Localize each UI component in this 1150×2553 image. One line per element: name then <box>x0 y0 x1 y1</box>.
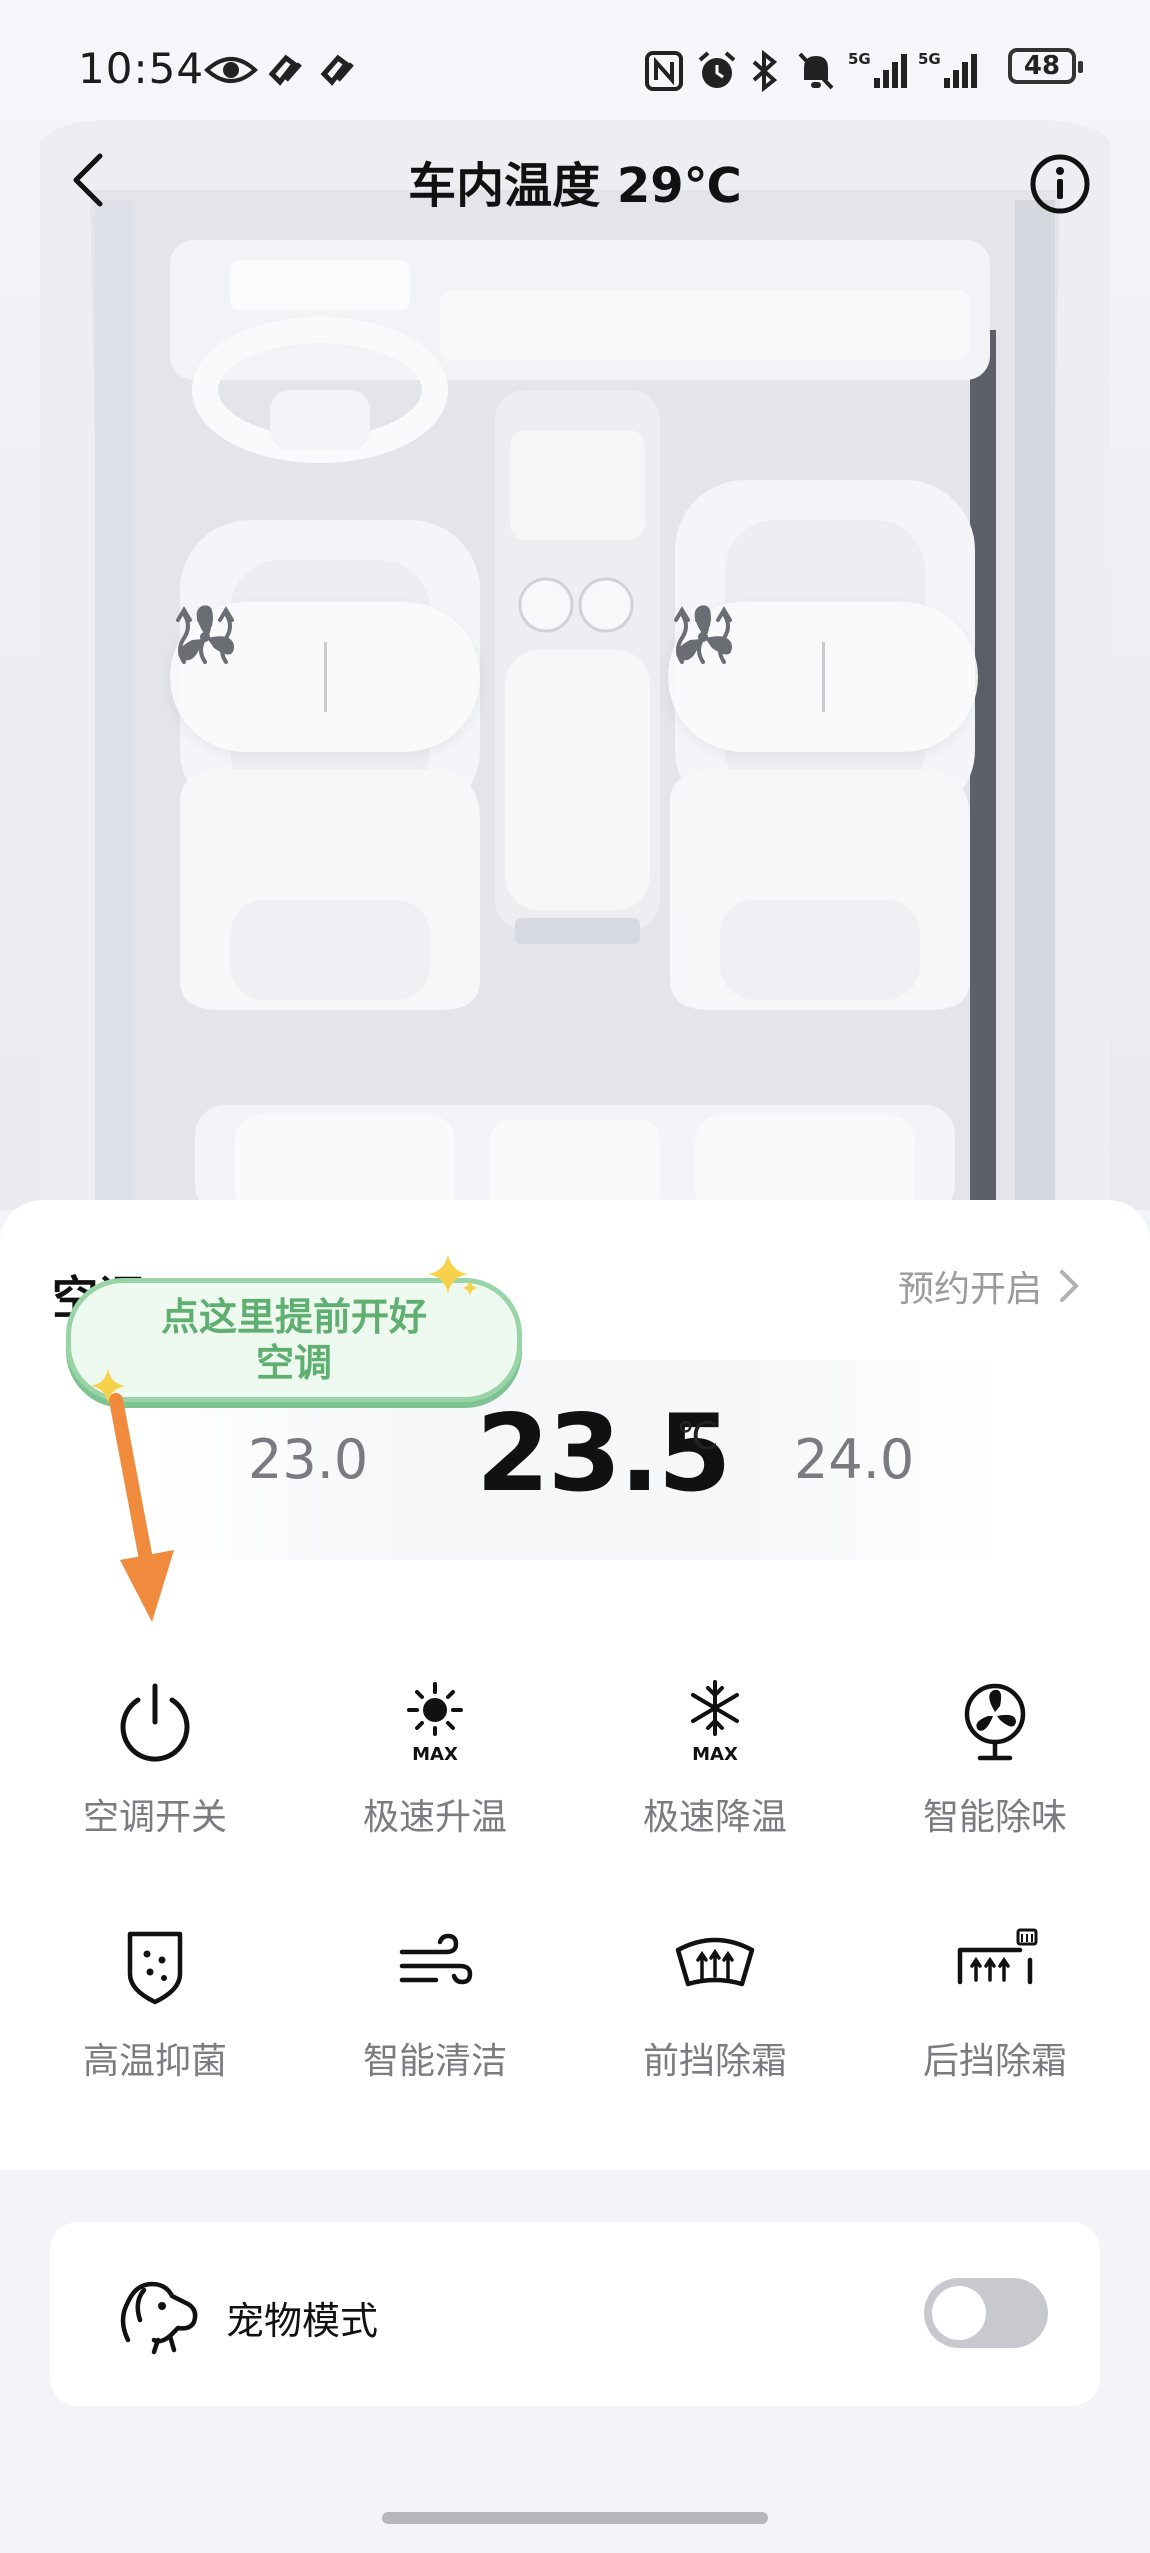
ac-power-button[interactable]: 空调开关 <box>35 1676 275 1876</box>
dog-icon <box>120 2281 198 2355</box>
left-seat-controls <box>170 602 480 752</box>
snowflake-max-icon: MAX <box>691 1680 739 1765</box>
control-label: 前挡除霜 <box>642 2041 787 2082</box>
front-defrost-button[interactable]: 前挡除霜 <box>595 1920 835 2120</box>
control-label: 智能清洁 <box>362 2041 507 2082</box>
pet-mode-card: 宠物模式 <box>50 2222 1100 2406</box>
hint-line-2: 空调 <box>255 1341 332 1385</box>
temp-option-lower[interactable]: 23.0 <box>248 1428 368 1491</box>
control-label: 极速升温 <box>362 1797 507 1838</box>
sparkle-icon <box>428 1254 478 1296</box>
page-title: 车内温度 29℃ <box>408 158 742 214</box>
pill-divider <box>323 642 327 712</box>
control-label: 高温抑菌 <box>82 2041 227 2082</box>
fan-icon <box>178 605 234 661</box>
right-seat-controls <box>668 602 978 752</box>
arrow-pointer-icon <box>109 1393 174 1622</box>
schedule-link[interactable]: 预约开启 <box>898 1260 1080 1312</box>
control-label: 智能除味 <box>922 1797 1067 1838</box>
control-label: 极速降温 <box>642 1797 787 1838</box>
mute-bell-icon <box>798 52 834 90</box>
rear-defrost-button[interactable]: 后挡除霜 <box>875 1920 1115 2120</box>
smart-deodorize-button[interactable]: 智能除味 <box>875 1676 1115 1876</box>
sterilize-button[interactable]: 高温抑菌 <box>35 1920 275 2120</box>
svg-text:5G: 5G <box>918 50 941 68</box>
rear-defrost-icon <box>957 1928 1038 1985</box>
info-button[interactable] <box>1028 152 1092 216</box>
status-bar: 10:54 5G 5G 48 <box>0 0 1150 140</box>
nfc-icon <box>645 51 683 91</box>
home-indicator[interactable] <box>382 2512 768 2524</box>
schedule-label: 预约开启 <box>897 1269 1042 1310</box>
status-time: 10:54 <box>78 44 205 93</box>
wind-icon <box>399 1933 473 1985</box>
app-notification-icon <box>268 54 302 86</box>
fan-icon <box>676 605 732 661</box>
signal-5g-icon: 5G <box>848 50 907 88</box>
chevron-right-icon <box>1060 1270 1079 1302</box>
svg-text:MAX: MAX <box>412 1744 458 1765</box>
bluetooth-icon <box>752 50 778 92</box>
sun-max-icon: MAX <box>407 1682 463 1765</box>
pet-mode-toggle[interactable] <box>924 2278 1048 2348</box>
eye-icon <box>204 57 258 83</box>
power-icon <box>120 1683 190 1762</box>
control-label: 空调开关 <box>82 1797 227 1838</box>
svg-text:5G: 5G <box>848 50 871 68</box>
sparkle-icon <box>90 1368 126 1404</box>
pill-divider <box>821 642 825 712</box>
svg-text:MAX: MAX <box>692 1744 738 1765</box>
seat-vent-right-button[interactable] <box>676 605 954 717</box>
rapid-cool-button[interactable]: MAX 极速降温 <box>595 1676 835 1876</box>
pet-mode-label: 宠物模式 <box>226 2299 379 2343</box>
hint-line-1: 点这里提前开好 <box>160 1295 427 1339</box>
app-notification-icon <box>320 54 354 86</box>
control-label: 后挡除霜 <box>922 2041 1067 2082</box>
seat-vent-left-button[interactable] <box>178 605 456 717</box>
front-defrost-icon <box>675 1937 755 1987</box>
rapid-heat-button[interactable]: MAX 极速升温 <box>315 1676 555 1876</box>
shield-dots-icon <box>127 1931 183 2005</box>
alarm-icon <box>698 51 736 88</box>
toggle-knob <box>932 2286 986 2340</box>
hint-text: 点这里提前开好 空调 <box>129 1294 459 1386</box>
smart-clean-button[interactable]: 智能清洁 <box>315 1920 555 2120</box>
temp-unit: ℃ <box>676 1414 719 1458</box>
temp-option-higher[interactable]: 24.0 <box>794 1428 914 1491</box>
battery-indicator: 48 <box>1008 48 1083 84</box>
signal-5g-icon: 5G <box>918 50 977 88</box>
fan-icon <box>964 1683 1026 1761</box>
